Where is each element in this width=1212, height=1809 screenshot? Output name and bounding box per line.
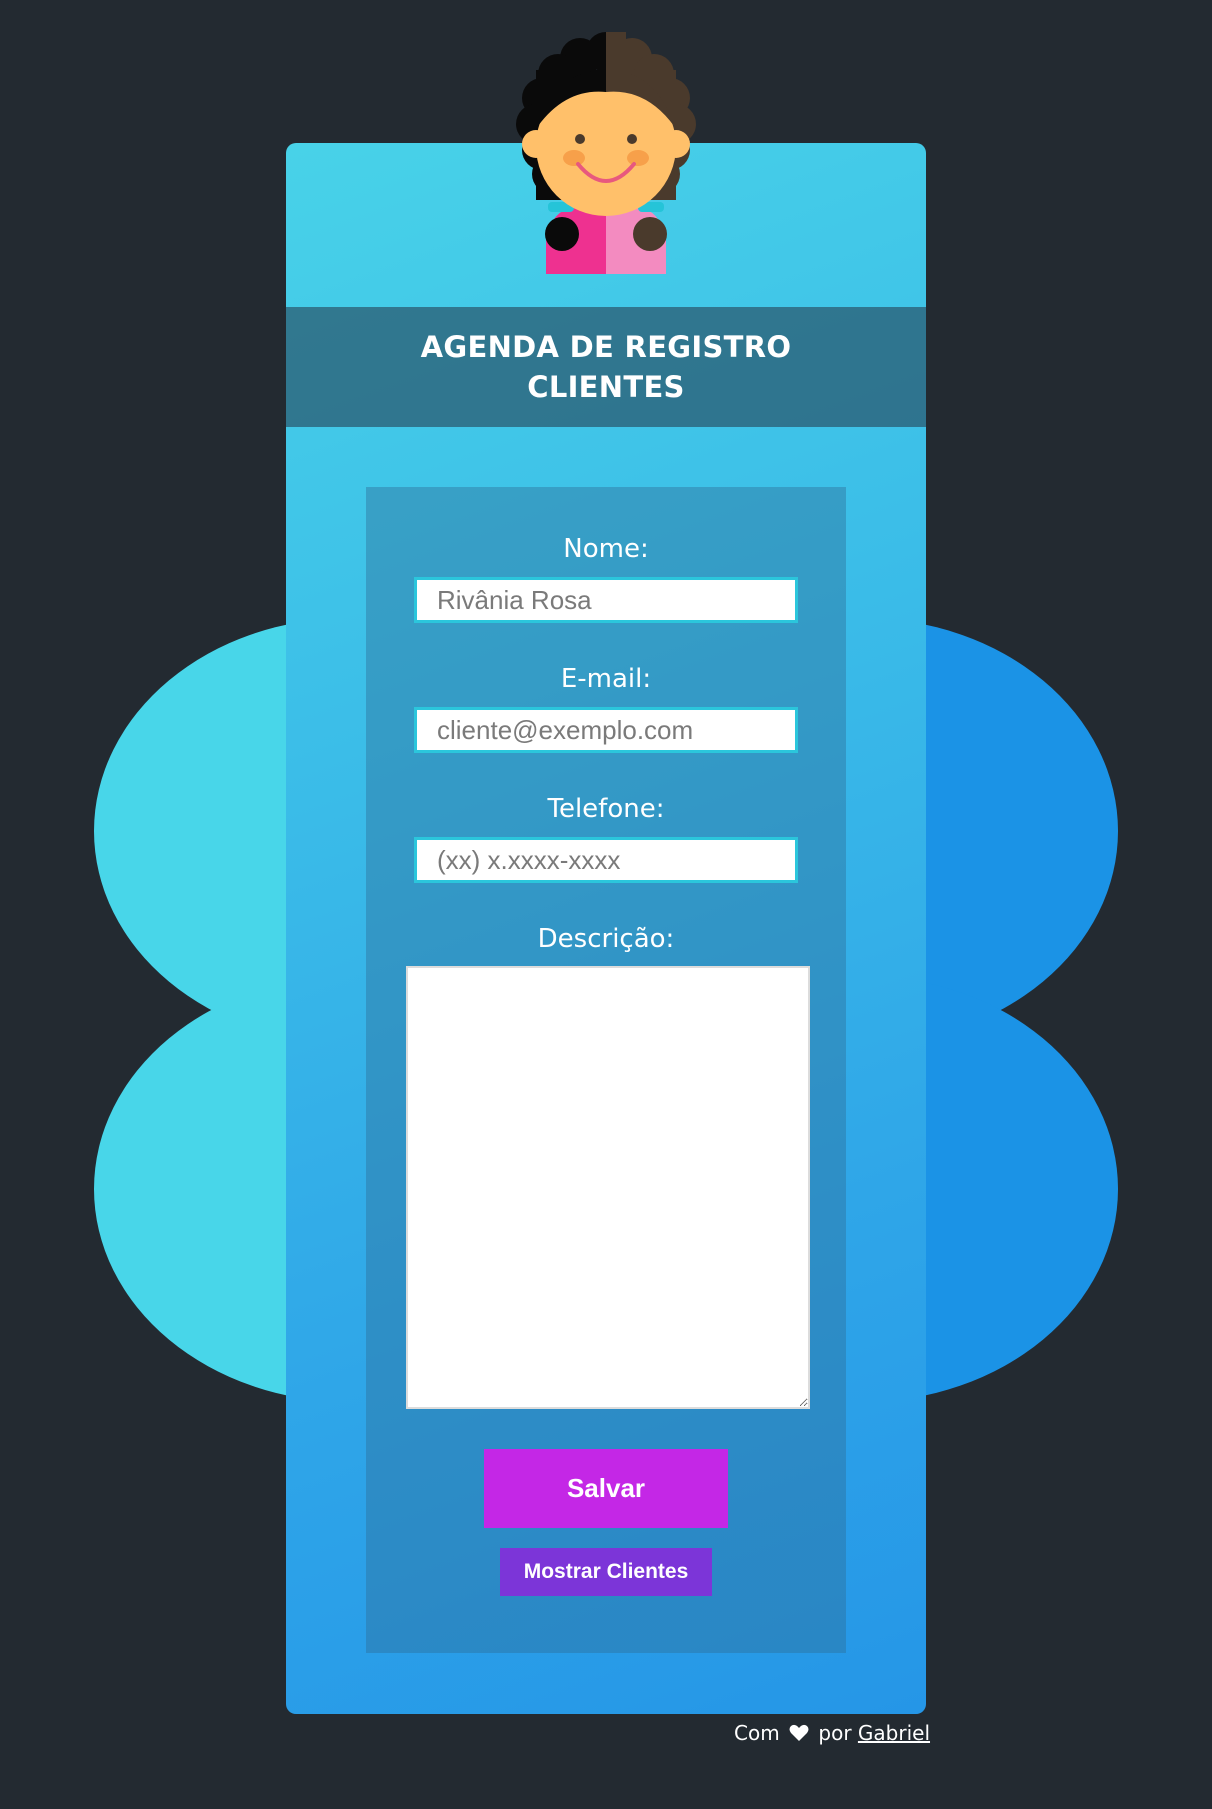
description-textarea[interactable] (406, 966, 810, 1409)
save-button[interactable]: Salvar (484, 1449, 728, 1528)
show-clients-button[interactable]: Mostrar Clientes (500, 1548, 712, 1596)
phone-label: Telefone: (547, 794, 665, 824)
girl-avatar-icon (516, 32, 696, 274)
name-input[interactable] (414, 577, 798, 623)
page: AGENDA DE REGISTRO CLIENTES Nome: E-mail… (0, 0, 1212, 1809)
email-input[interactable] (414, 707, 798, 753)
email-label: E-mail: (560, 664, 652, 694)
page-title: AGENDA DE REGISTRO CLIENTES (420, 330, 792, 404)
client-form: Nome: E-mail: Telefone: Descrição: Salva… (366, 487, 846, 1653)
description-label: Descrição: (537, 924, 675, 954)
footer-middle: por (818, 1721, 852, 1745)
name-label: Nome: (563, 534, 649, 564)
phone-input[interactable] (414, 837, 798, 883)
title-banner: AGENDA DE REGISTRO CLIENTES (286, 307, 926, 427)
footer-credit: Com por Gabriel (734, 1720, 930, 1746)
heart-icon (789, 1724, 809, 1741)
registration-card: AGENDA DE REGISTRO CLIENTES Nome: E-mail… (286, 143, 926, 1714)
footer-prefix: Com (734, 1721, 780, 1745)
author-link[interactable]: Gabriel (858, 1721, 930, 1745)
